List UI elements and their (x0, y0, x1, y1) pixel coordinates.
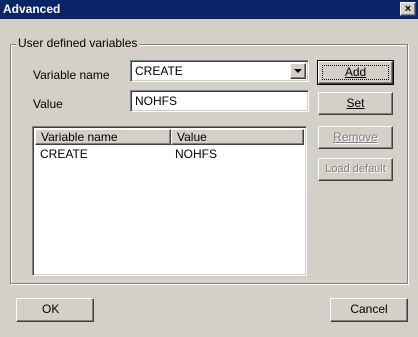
advanced-dialog: Advanced × User defined variables Variab… (0, 0, 418, 337)
variable-name-label: Variable name (33, 68, 110, 82)
value-label: Value (33, 97, 63, 111)
ok-button[interactable]: OK (16, 298, 94, 322)
variable-name-value: CREATE (135, 64, 183, 78)
row-name-cell[interactable]: CREATE (40, 147, 88, 161)
value-field[interactable]: NOHFS (130, 90, 309, 112)
title-bar: Advanced × (0, 0, 418, 19)
chevron-down-icon[interactable] (290, 63, 306, 79)
row-value-cell[interactable]: NOHFS (175, 147, 217, 161)
close-icon[interactable]: × (400, 2, 416, 16)
column-header-name[interactable]: Variable name (35, 129, 171, 145)
window-title: Advanced (3, 2, 61, 16)
cancel-button[interactable]: Cancel (330, 298, 408, 322)
variable-name-combo[interactable]: CREATE (130, 60, 309, 82)
focus-rect (322, 65, 389, 80)
value-field-text: NOHFS (135, 94, 177, 108)
remove-button[interactable]: Remove (318, 126, 393, 149)
add-button[interactable]: Add (317, 60, 394, 85)
column-header-value[interactable]: Value (171, 129, 304, 145)
load-default-button[interactable]: Load default (318, 158, 393, 181)
variables-list[interactable]: Variable name Value CREATE NOHFS (32, 126, 307, 276)
group-label: User defined variables (16, 36, 140, 50)
set-button[interactable]: Set (318, 92, 393, 115)
